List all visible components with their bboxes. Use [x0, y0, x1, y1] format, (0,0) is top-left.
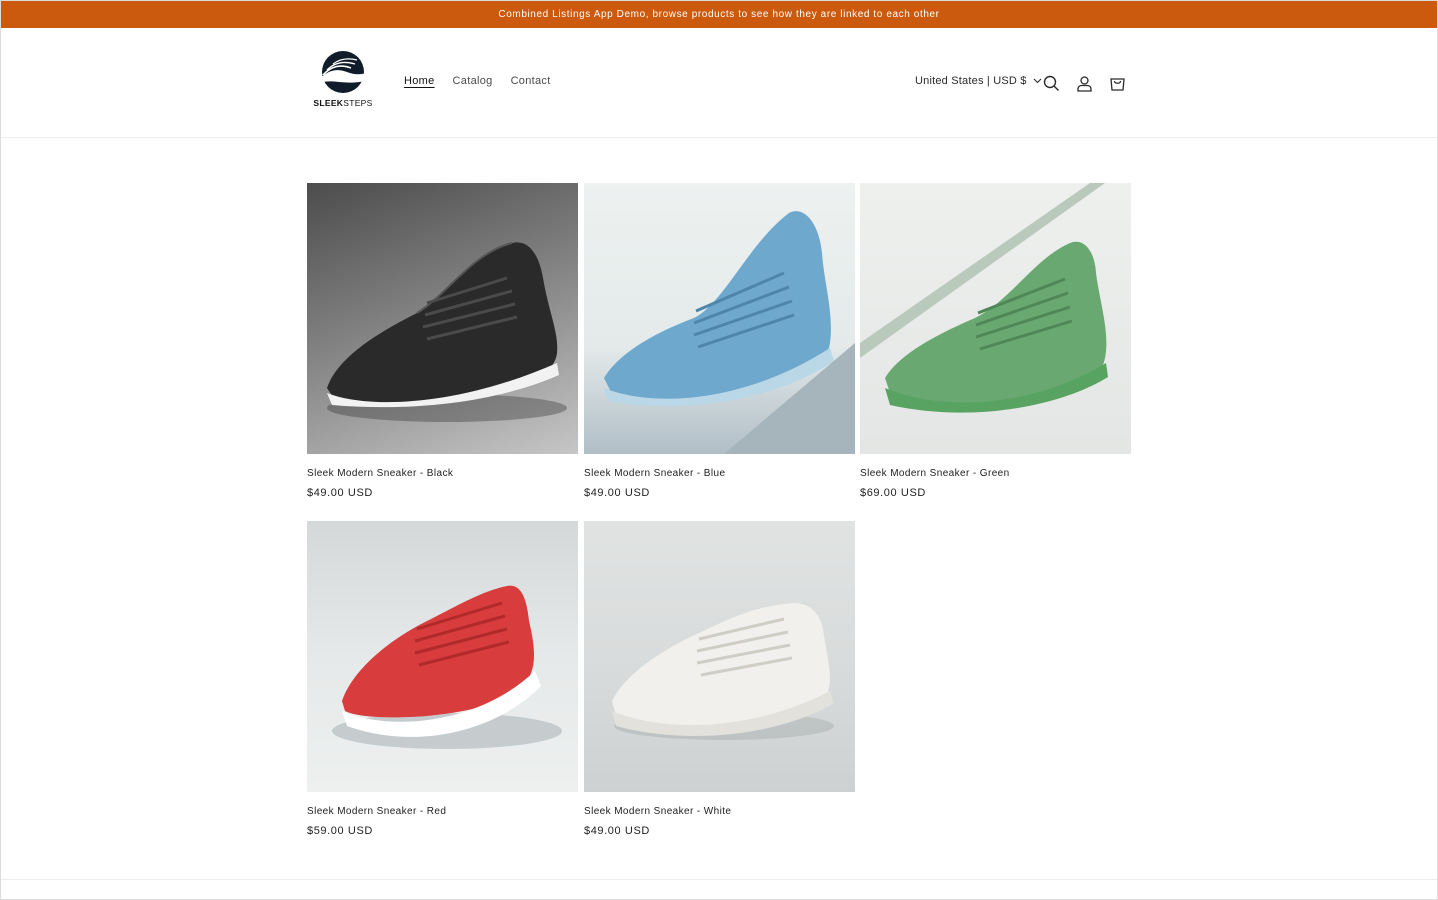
cart-icon	[1109, 77, 1125, 91]
account-icon	[1076, 75, 1092, 92]
announcement-bar: Combined Listings App Demo, browse produ…	[0, 0, 1438, 28]
product-image-blue[interactable]	[584, 183, 855, 454]
product-title[interactable]: Sleek Modern Sneaker - Green	[860, 468, 1131, 479]
sneaker-image	[332, 585, 562, 749]
product-price: $49.00 USD	[307, 487, 373, 499]
country-selector-label: United States | USD $	[915, 75, 1027, 87]
sneaker-image	[860, 183, 1108, 413]
product-card[interactable]: Sleek Modern Sneaker - Red $59.00 USD	[307, 521, 578, 837]
product-image-black[interactable]	[307, 183, 578, 454]
product-price: $49.00 USD	[584, 487, 650, 499]
product-title[interactable]: Sleek Modern Sneaker - Red	[307, 806, 578, 817]
product-card[interactable]: Sleek Modern Sneaker - White $49.00 USD	[584, 521, 855, 837]
nav-contact-link[interactable]: Contact	[511, 75, 551, 87]
account-button[interactable]	[1074, 73, 1094, 93]
logo-wordmark: SLEEKSTEPS	[313, 98, 373, 108]
search-icon	[1043, 75, 1059, 91]
nav-catalog-link[interactable]: Catalog	[453, 75, 493, 87]
product-image-white[interactable]	[584, 521, 855, 792]
footer-divider	[0, 879, 1438, 880]
sneaker-logo-icon	[319, 51, 369, 93]
country-selector[interactable]: United States | USD $	[915, 75, 1042, 87]
sneaker-image	[327, 242, 567, 422]
product-price: $59.00 USD	[307, 825, 373, 837]
product-card[interactable]: Sleek Modern Sneaker - Black $49.00 USD	[307, 183, 578, 499]
search-button[interactable]	[1041, 73, 1061, 93]
product-title[interactable]: Sleek Modern Sneaker - Blue	[584, 468, 855, 479]
main-nav: Home Catalog Contact	[404, 75, 551, 87]
product-card[interactable]: Sleek Modern Sneaker - Blue $49.00 USD	[584, 183, 855, 499]
cart-button[interactable]	[1107, 73, 1127, 93]
product-title[interactable]: Sleek Modern Sneaker - White	[584, 806, 855, 817]
sneaker-image	[604, 211, 855, 454]
sneaker-image	[612, 603, 834, 740]
product-title[interactable]: Sleek Modern Sneaker - Black	[307, 468, 578, 479]
product-image-red[interactable]	[307, 521, 578, 792]
product-card[interactable]: Sleek Modern Sneaker - Green $69.00 USD	[860, 183, 1131, 499]
product-price: $69.00 USD	[860, 487, 926, 499]
announcement-text: Combined Listings App Demo, browse produ…	[498, 8, 940, 20]
store-logo[interactable]: SLEEKSTEPS	[307, 50, 379, 116]
product-price: $49.00 USD	[584, 825, 650, 837]
site-header: SLEEKSTEPS Home Catalog Contact United S…	[0, 28, 1438, 138]
nav-home-link[interactable]: Home	[404, 75, 435, 87]
product-image-green[interactable]	[860, 183, 1131, 454]
